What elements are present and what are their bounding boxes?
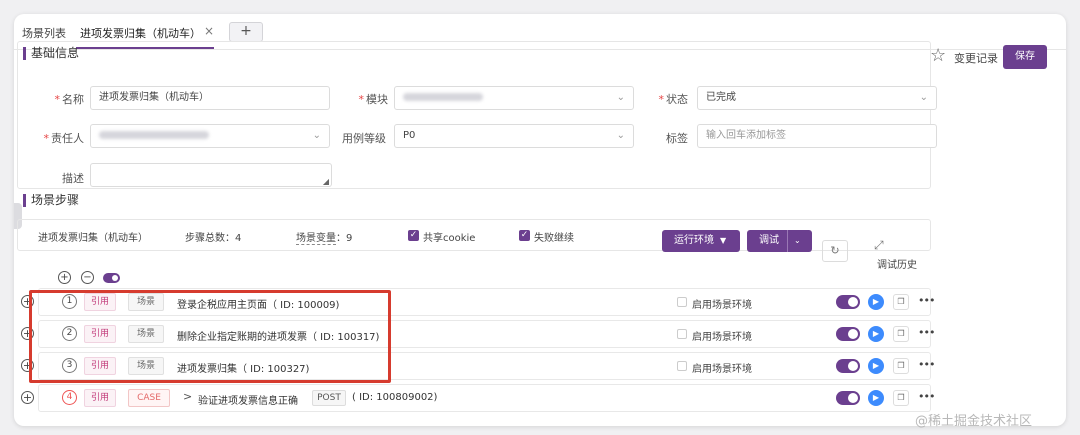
play-icon[interactable]: ▶ <box>868 326 884 342</box>
status-label: * 状态 <box>658 93 689 106</box>
add-step-icon[interactable]: + <box>21 391 34 404</box>
scene-vars-link[interactable]: 场景变量：9 <box>296 229 352 245</box>
expand-icon[interactable]: ⤢ <box>874 238 884 253</box>
copy-icon[interactable]: ❐ <box>893 294 909 310</box>
steps-scene-name: 进项发票归集（机动车） <box>38 233 148 244</box>
fail-continue-checkbox[interactable]: ✓ <box>519 230 530 241</box>
description-textarea[interactable]: ◢ <box>90 163 332 187</box>
close-icon[interactable]: × <box>204 24 214 38</box>
table-row[interactable] <box>38 384 931 412</box>
type-tag: CASE <box>128 389 170 407</box>
save-button[interactable]: 保存 <box>1003 45 1047 69</box>
watermark: @稀土掘金技术社区 <box>915 414 1033 429</box>
step-title[interactable]: 验证进项发票信息正确 <box>198 392 298 407</box>
step-enable-toggle[interactable] <box>836 391 860 405</box>
highlight-box <box>29 290 391 383</box>
section-title-steps: 场景步骤 <box>23 194 79 207</box>
enable-env-label: 启用场景环境 <box>692 300 752 311</box>
debug-history-link[interactable]: 调试历史 <box>877 256 917 271</box>
tags-input[interactable]: 输入回车添加标签 <box>697 124 937 148</box>
chevron-right-icon[interactable]: > <box>183 390 192 403</box>
owner-label: * 责任人 <box>43 132 85 145</box>
debug-button[interactable]: 调试 ⌄ <box>747 230 812 252</box>
chevron-down-icon: ⌄ <box>616 130 625 141</box>
chevron-down-icon: ⌄ <box>919 92 928 103</box>
run-env-button[interactable]: 运行环境 ▼ <box>662 230 740 252</box>
step-number: 4 <box>62 390 77 405</box>
copy-icon[interactable]: ❐ <box>893 326 909 342</box>
play-icon[interactable]: ▶ <box>868 294 884 310</box>
step-enable-toggle[interactable] <box>836 327 860 341</box>
enable-env-checkbox[interactable] <box>677 329 687 339</box>
module-select[interactable]: ⌄ <box>394 86 634 110</box>
enable-env-label: 启用场景环境 <box>692 364 752 375</box>
more-icon[interactable]: ••• <box>918 358 935 371</box>
desc-label: 描述 <box>62 172 84 185</box>
enable-env-label: 启用场景环境 <box>692 332 752 343</box>
name-input[interactable]: 进项发票归集（机动车） <box>90 86 330 110</box>
more-icon[interactable]: ••• <box>918 294 935 307</box>
ref-tag: 引用 <box>84 389 116 407</box>
method-tag: POST <box>312 390 346 406</box>
add-tab-button[interactable]: + <box>229 22 263 42</box>
level-select[interactable]: P0 ⌄ <box>394 124 634 148</box>
enable-env-checkbox[interactable] <box>677 361 687 371</box>
copy-icon[interactable]: ❐ <box>893 358 909 374</box>
blurred-value <box>403 93 483 101</box>
owner-select[interactable]: ⌄ <box>90 124 330 148</box>
resize-handle-icon[interactable]: ◢ <box>323 177 329 186</box>
chevron-down-icon: ⌄ <box>616 92 625 103</box>
expand-all-icon[interactable]: + <box>58 271 71 284</box>
tags-label: 标签 <box>666 132 688 145</box>
chevron-down-icon[interactable]: ⌄ <box>787 230 801 252</box>
level-label: 用例等级 <box>342 132 386 145</box>
refresh-icon[interactable]: ↻ <box>822 240 848 262</box>
copy-icon[interactable]: ❐ <box>893 390 909 406</box>
step-enable-toggle[interactable] <box>836 295 860 309</box>
fail-continue-label: 失败继续 <box>534 233 574 244</box>
changelog-link[interactable]: 变更记录 <box>954 50 998 66</box>
module-label: * 模块 <box>358 93 389 106</box>
enable-all-toggle[interactable] <box>103 273 120 283</box>
tab-active-scene[interactable]: 进项发票归集（机动车） <box>80 25 201 41</box>
share-cookie-label: 共享cookie <box>423 233 476 244</box>
star-icon[interactable]: ☆ <box>930 45 946 66</box>
status-select[interactable]: 已完成 ⌄ <box>697 86 937 110</box>
share-cookie-checkbox[interactable]: ✓ <box>408 230 419 241</box>
blurred-value <box>99 131 209 139</box>
step-enable-toggle[interactable] <box>836 359 860 373</box>
tab-scene-list[interactable]: 场景列表 <box>22 25 66 41</box>
enable-env-checkbox[interactable] <box>677 297 687 307</box>
caret-down-icon: ▼ <box>720 236 727 245</box>
play-icon[interactable]: ▶ <box>868 358 884 374</box>
name-label: * 名称 <box>54 93 85 106</box>
section-title-base-info: 基础信息 <box>23 47 79 60</box>
collapse-all-icon[interactable]: − <box>81 271 94 284</box>
steps-total: 步骤总数：4 <box>185 233 242 244</box>
chevron-down-icon: ⌄ <box>312 130 321 141</box>
more-icon[interactable]: ••• <box>918 390 935 403</box>
play-icon[interactable]: ▶ <box>868 390 884 406</box>
more-icon[interactable]: ••• <box>918 326 935 339</box>
step-id: ( ID: 100809002) <box>352 392 438 403</box>
